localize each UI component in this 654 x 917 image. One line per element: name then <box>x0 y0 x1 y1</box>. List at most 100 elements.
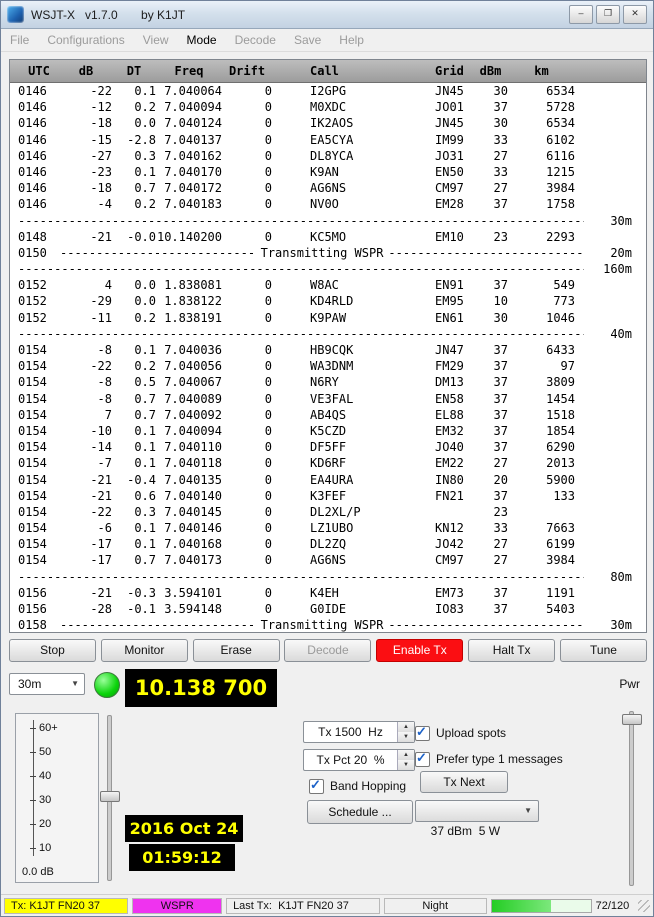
decode-row[interactable]: 0148-21-0.010.1402000KC5MOEM10232293 <box>10 229 646 245</box>
decode-row[interactable]: 0154-170.77.0401730AG6NSCM97273984 <box>10 552 646 568</box>
tune-button[interactable]: Tune <box>560 639 647 662</box>
rx-gain-slider[interactable] <box>99 715 119 881</box>
cell-grid: EL88 <box>435 407 473 423</box>
cell-grid: JN47 <box>435 342 473 358</box>
band-separator-row[interactable]: ----------------------------------------… <box>10 569 646 585</box>
decode-row[interactable]: 0156-21-0.33.5941010K4EHEM73371191 <box>10 585 646 601</box>
decode-row[interactable]: 0154-60.17.0401460LZ1UBOKN12337663 <box>10 520 646 536</box>
halt-tx-button[interactable]: Halt Tx <box>468 639 555 662</box>
spin-down-icon[interactable]: ▼ <box>398 760 414 770</box>
monitor-button[interactable]: Monitor <box>101 639 188 662</box>
decode-row[interactable]: 0154-21-0.47.0401350EA4URAIN80205900 <box>10 472 646 488</box>
cell-dbm: 37 <box>473 99 508 115</box>
band-separator-row[interactable]: ----------------------------------------… <box>10 261 646 277</box>
tx-next-button[interactable]: Tx Next <box>420 771 508 793</box>
cell-db: 7 <box>60 407 112 423</box>
spin-down-icon[interactable]: ▼ <box>398 732 414 742</box>
decode-row[interactable]: 015470.77.0400920AB4QSEL88371518 <box>10 407 646 423</box>
decode-row[interactable]: 0146-180.77.0401720AG6NSCM97273984 <box>10 180 646 196</box>
decode-table[interactable]: UTCdBDTFreqDriftCallGriddBmkm 0146-220.1… <box>9 59 647 633</box>
band-hopping-row[interactable]: ✓ Band Hopping <box>309 779 406 793</box>
decode-row[interactable]: 0154-100.17.0400940K5CZDEM32371854 <box>10 423 646 439</box>
decode-row[interactable]: 0154-170.17.0401680DL2ZQJO42276199 <box>10 536 646 552</box>
decode-row[interactable]: 0154-80.57.0400670N6RYDM13373809 <box>10 374 646 390</box>
decode-row[interactable]: 0146-180.07.0401240IK2AOSJN45306534 <box>10 115 646 131</box>
upload-spots-row[interactable]: ✓ Upload spots <box>415 726 506 740</box>
band-label: 30m <box>584 213 646 229</box>
prefer-type1-row[interactable]: ✓ Prefer type 1 messages <box>415 752 563 766</box>
cell-db: -27 <box>60 148 112 164</box>
decode-row[interactable]: 0154-220.37.0401450DL2XL/P23 <box>10 504 646 520</box>
cell-drift: 0 <box>222 423 272 439</box>
menu-file[interactable]: File <box>1 29 38 51</box>
decode-row[interactable]: 0154-220.27.0400560WA3DNMFM293797 <box>10 358 646 374</box>
decode-row[interactable]: 015240.01.8380810W8ACEN9137549 <box>10 277 646 293</box>
slider-handle[interactable] <box>622 714 642 725</box>
transmit-row[interactable]: 0150------------------------------------… <box>10 245 646 261</box>
band-separator-row[interactable]: ----------------------------------------… <box>10 213 646 229</box>
cell-drift: 0 <box>222 196 272 212</box>
upload-spots-checkbox[interactable]: ✓ <box>415 726 430 741</box>
minimize-icon[interactable]: – <box>569 5 593 24</box>
decode-row[interactable]: 0154-70.17.0401180KD6RFEM22272013 <box>10 455 646 471</box>
cell-km: 773 <box>508 293 575 309</box>
cell-db: -4 <box>60 196 112 212</box>
tx-pct-spinner[interactable]: Tx Pct 20 % ▲ ▼ <box>303 749 415 771</box>
cell-dt: -0.0 <box>112 229 156 245</box>
decode-row[interactable]: 0146-220.17.0400640I2GPGJN45306534 <box>10 83 646 99</box>
close-icon[interactable]: ✕ <box>623 5 647 24</box>
stop-button[interactable]: Stop <box>9 639 96 662</box>
spin-up-icon[interactable]: ▲ <box>398 722 414 732</box>
column-header-grid: Grid <box>435 64 473 78</box>
prefer-type1-checkbox[interactable]: ✓ <box>415 752 430 767</box>
menu-save[interactable]: Save <box>285 29 330 51</box>
resize-grip-icon[interactable] <box>638 900 650 912</box>
decode-row[interactable]: 0146-120.27.0400940M0XDCJO01375728 <box>10 99 646 115</box>
cell-km: 549 <box>508 277 575 293</box>
menu-mode[interactable]: Mode <box>178 29 226 51</box>
slider-track[interactable] <box>629 711 634 886</box>
menu-view[interactable]: View <box>134 29 178 51</box>
menu-help[interactable]: Help <box>330 29 373 51</box>
cell-km: 1046 <box>508 310 575 326</box>
title-bar[interactable]: WSJT-X v1.7.0 by K1JT – ❐ ✕ <box>1 1 653 29</box>
maximize-icon[interactable]: ❐ <box>596 5 620 24</box>
decode-row[interactable]: 0146-270.37.0401620DL8YCAJO31276116 <box>10 148 646 164</box>
menu-configurations[interactable]: Configurations <box>38 29 133 51</box>
pwr-slider[interactable] <box>621 711 641 886</box>
band-separator-row[interactable]: ----------------------------------------… <box>10 326 646 342</box>
decode-row[interactable]: 0152-290.01.8381220KD4RLDEM9510773 <box>10 293 646 309</box>
decode-row[interactable]: 0146-40.27.0401830NV0OEM28371758 <box>10 196 646 212</box>
decode-row[interactable]: 0154-210.67.0401400K3FEFFN2137133 <box>10 488 646 504</box>
erase-button[interactable]: Erase <box>193 639 280 662</box>
cell-drift: 0 <box>222 164 272 180</box>
schedule-button[interactable]: Schedule ... <box>307 800 413 824</box>
tx-freq-spinner[interactable]: Tx 1500 Hz ▲ ▼ <box>303 721 415 743</box>
spin-up-icon[interactable]: ▲ <box>398 750 414 760</box>
cell-db: -18 <box>60 115 112 131</box>
enable-tx-button[interactable]: Enable Tx <box>376 639 463 662</box>
cell-dbm: 10 <box>473 293 508 309</box>
menu-decode[interactable]: Decode <box>226 29 285 51</box>
decode-row[interactable]: 0146-15-2.87.0401370EA5CYAIM99336102 <box>10 132 646 148</box>
band-select[interactable]: 30m ▼ <box>9 673 85 695</box>
decode-row[interactable]: 0152-110.21.8381910K9PAWEN61301046 <box>10 310 646 326</box>
cell-utc: 0154 <box>10 439 60 455</box>
cell-dbm: 37 <box>473 277 508 293</box>
cell-km: 1758 <box>508 196 575 212</box>
decode-row[interactable]: 0154-80.77.0400890VE3FALEN58371454 <box>10 391 646 407</box>
cell-db: -7 <box>60 455 112 471</box>
decode-row[interactable]: 0154-80.17.0400360HB9CQKJN47376433 <box>10 342 646 358</box>
decode-row[interactable]: 0156-28-0.13.5941480G0IDEIO83375403 <box>10 601 646 617</box>
decode-row[interactable]: 0146-230.17.0401700K9ANEN50331215 <box>10 164 646 180</box>
decode-row[interactable]: 0154-140.17.0401100DF5FFJO40376290 <box>10 439 646 455</box>
power-select[interactable]: 37 dBm 5 W ▼ <box>415 800 539 822</box>
decode-table-body[interactable]: 0146-220.17.0400640I2GPGJN453065340146-1… <box>10 83 646 633</box>
band-hopping-checkbox[interactable]: ✓ <box>309 779 324 794</box>
slider-handle[interactable] <box>100 791 120 802</box>
decode-button[interactable]: Decode <box>284 639 371 662</box>
cell-call: WA3DNM <box>272 358 435 374</box>
transmit-row[interactable]: 0158------------------------------------… <box>10 617 646 633</box>
cell-db: -22 <box>60 358 112 374</box>
main-button-row: Stop Monitor Erase Decode Enable Tx Halt… <box>9 639 647 662</box>
